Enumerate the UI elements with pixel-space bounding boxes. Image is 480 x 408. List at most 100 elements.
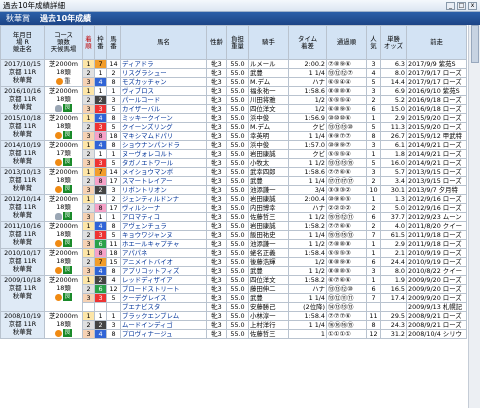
sun-icon [56, 77, 64, 85]
horse-name[interactable]: クイーンズリング [120, 122, 207, 132]
vertical-scrollbar[interactable] [468, 25, 480, 408]
sex-age: 牝3 [206, 194, 227, 204]
horse-name[interactable]: ショウナンパンドラ [120, 140, 207, 150]
table-row[interactable]: 2017/10/15 京都 11R 秋華賞 芝2000m 18頭重 1 7 14 ディアドラ 牝3… [0, 59, 467, 87]
course-distance: 芝2000m [49, 168, 78, 177]
ground-badge: 良 [63, 158, 72, 166]
horse-name[interactable]: ブラックエンブレム [120, 311, 207, 321]
horse-name[interactable]: アパパネ [120, 248, 207, 258]
passing-order: ⑬⑬⑬⑩ [326, 122, 367, 132]
horse-name[interactable]: アプリコットフィズ [120, 266, 207, 276]
column-header[interactable]: 年月日 場 R 競走名 [0, 25, 45, 60]
column-header[interactable]: 騎手 [248, 25, 289, 60]
column-header[interactable]: 単勝 オッズ [380, 25, 407, 60]
win-odds [380, 302, 407, 312]
minimize-button[interactable]: _ [446, 1, 455, 10]
column-header[interactable]: タイム 着差 [288, 25, 327, 60]
horse-name[interactable]: タガノエトワール [120, 158, 207, 168]
passing-order: ⑭⑬⑬⑬ [326, 302, 367, 312]
sun-icon [55, 293, 63, 301]
column-header[interactable]: 負担 重量 [226, 25, 249, 60]
horse-name[interactable]: ブロードストリート [120, 284, 207, 294]
horse-name[interactable]: カイザーバル [120, 104, 207, 114]
previous-race: 2008/9/21 ローズ [406, 320, 467, 330]
win-odds: 24.3 [380, 320, 407, 330]
window-title: 過去10年成績詳細 [3, 1, 66, 10]
column-header[interactable]: 前走 [406, 25, 467, 60]
passing-order: ⑩⑩⑩⑥ [326, 113, 367, 123]
horse-name[interactable]: メイショウマンボ [120, 167, 207, 177]
race-name: 秋華賞 [12, 130, 33, 138]
close-button[interactable]: x [468, 1, 477, 10]
horse-name[interactable]: リボントリオン [120, 185, 207, 195]
horse-name[interactable]: ヴィルシーナ [120, 203, 207, 213]
horse-name[interactable]: ブエナビスタ [120, 302, 207, 312]
table-row[interactable]: 2011/10/16 京都 11R 秋華賞 芝2000m 18頭良 1 4 8 アヴェンチュラ牝… [0, 221, 467, 249]
horse-name[interactable]: リスグラシュー [120, 68, 207, 78]
course-info-cell: 芝2000m 17頭良 [44, 140, 83, 168]
horse-name[interactable]: アニメイトバイオ [120, 257, 207, 267]
gate-number: 1 [94, 86, 107, 96]
jockey: 小牧太 [248, 158, 289, 168]
horse-name[interactable]: クーデグレイス [120, 293, 207, 303]
race-name: 秋華賞 [12, 292, 33, 300]
scrollbar-thumb[interactable] [471, 25, 479, 63]
column-header[interactable]: 性齢 [206, 25, 227, 60]
passing-order: ⑧⑧⑧⑤ [326, 266, 367, 276]
horse-name[interactable]: レッドディザイア [120, 275, 207, 285]
gate-number: 1 [94, 212, 107, 222]
table-row[interactable]: 2013/10/13 京都 11R 秋華賞 芝2000m 18頭良 1 7 14 メイショウマン… [0, 167, 467, 195]
finish-position [82, 302, 95, 312]
column-header[interactable]: 馬番 [106, 25, 121, 60]
horse-name[interactable]: マキシマムドパリ [120, 131, 207, 141]
win-odds: 29.5 [380, 311, 407, 321]
race-info-cell: 2014/10/19 京都 11R 秋華賞 [0, 140, 45, 168]
race-place: 京都 11R [8, 149, 37, 157]
jockey: 四位洋文 [248, 275, 289, 285]
maximize-button[interactable]: □ [457, 1, 466, 10]
table-row[interactable]: 2015/10/18 京都 11R 秋華賞 芝2000m 18頭良 1 4 8 ミッキークイーン… [0, 113, 467, 141]
column-header[interactable]: 枠番 [94, 25, 107, 60]
horse-name[interactable]: パールコード [120, 95, 207, 105]
column-header[interactable]: 人気 [366, 25, 381, 60]
race-place: 京都 11R [8, 68, 37, 76]
horse-name[interactable]: ムードインディゴ [120, 320, 207, 330]
horse-name[interactable]: ホエールキャプチャ [120, 239, 207, 249]
gate-number [94, 302, 107, 312]
horse-name[interactable]: プロヴィナージュ [120, 329, 207, 339]
win-odds: 17.4 [380, 293, 407, 303]
course-distance: 芝2000m [49, 141, 78, 150]
horse-name[interactable]: ディアドラ [120, 59, 207, 69]
win-odds: 31.2 [380, 329, 407, 339]
table-row[interactable]: 2009/10/18 京都 11R 秋華賞 芝2000m 18頭良 1 2 4 レッドディザイア… [0, 275, 467, 312]
horse-name[interactable]: アヴェンチュラ [120, 221, 207, 231]
table-row[interactable]: 2014/10/19 京都 11R 秋華賞 芝2000m 17頭良 1 4 8 ショウナンパンド… [0, 140, 467, 168]
previous-race: 2008/9/21 ローズ [406, 311, 467, 321]
horse-name[interactable]: モズカッチャン [120, 77, 207, 87]
horse-name[interactable]: ジェンティルドンナ [120, 194, 207, 204]
previous-race: 2009/9/13 札幌記 [406, 302, 467, 312]
time-margin: 1:56.9 [288, 113, 327, 123]
table-row[interactable]: 2016/10/16 京都 11R 秋華賞 芝2000m 18頭良 1 1 1 ヴィブロス 牝3 5… [0, 86, 467, 114]
passing-order: ⑨⑨⑦⑦ [326, 131, 367, 141]
gate-number: 6 [94, 239, 107, 249]
horse-name[interactable]: キョウワジャンヌ [120, 230, 207, 240]
column-header[interactable]: 通過順 [326, 25, 367, 60]
section-title: 過去10年成績 [40, 14, 92, 23]
horse-name[interactable]: ヌーヴォレコルト [120, 149, 207, 159]
previous-race: 2013/9/7 夕月特 [406, 185, 467, 195]
column-header[interactable]: コース 頭数 天候馬場 [44, 25, 83, 60]
horse-name[interactable]: アロマティコ [120, 212, 207, 222]
sex-age: 牝3 [206, 311, 227, 321]
sex-age: 牝3 [206, 185, 227, 195]
table-row[interactable]: 2012/10/14 京都 11R 秋華賞 芝2000m 18頭良 1 1 2 ジェンティルドン… [0, 194, 467, 222]
popularity: 5 [366, 77, 381, 87]
column-header[interactable]: 馬名 [120, 25, 207, 60]
win-odds: 37.7 [380, 212, 407, 222]
horse-name[interactable]: ミッキークイーン [120, 113, 207, 123]
table-row[interactable]: 2010/10/17 京都 11R 秋華賞 芝2000m 18頭良 1 8 18 アパパネ 牝3 5… [0, 248, 467, 276]
horse-name[interactable]: ヴィブロス [120, 86, 207, 96]
table-row[interactable]: 2008/10/19 京都 11R 秋華賞 芝2000m 18頭良 1 1 1 ブラックエンブレ… [0, 311, 467, 339]
column-header[interactable]: 着順 [82, 25, 95, 60]
horse-name[interactable]: スマートレイアー [120, 176, 207, 186]
